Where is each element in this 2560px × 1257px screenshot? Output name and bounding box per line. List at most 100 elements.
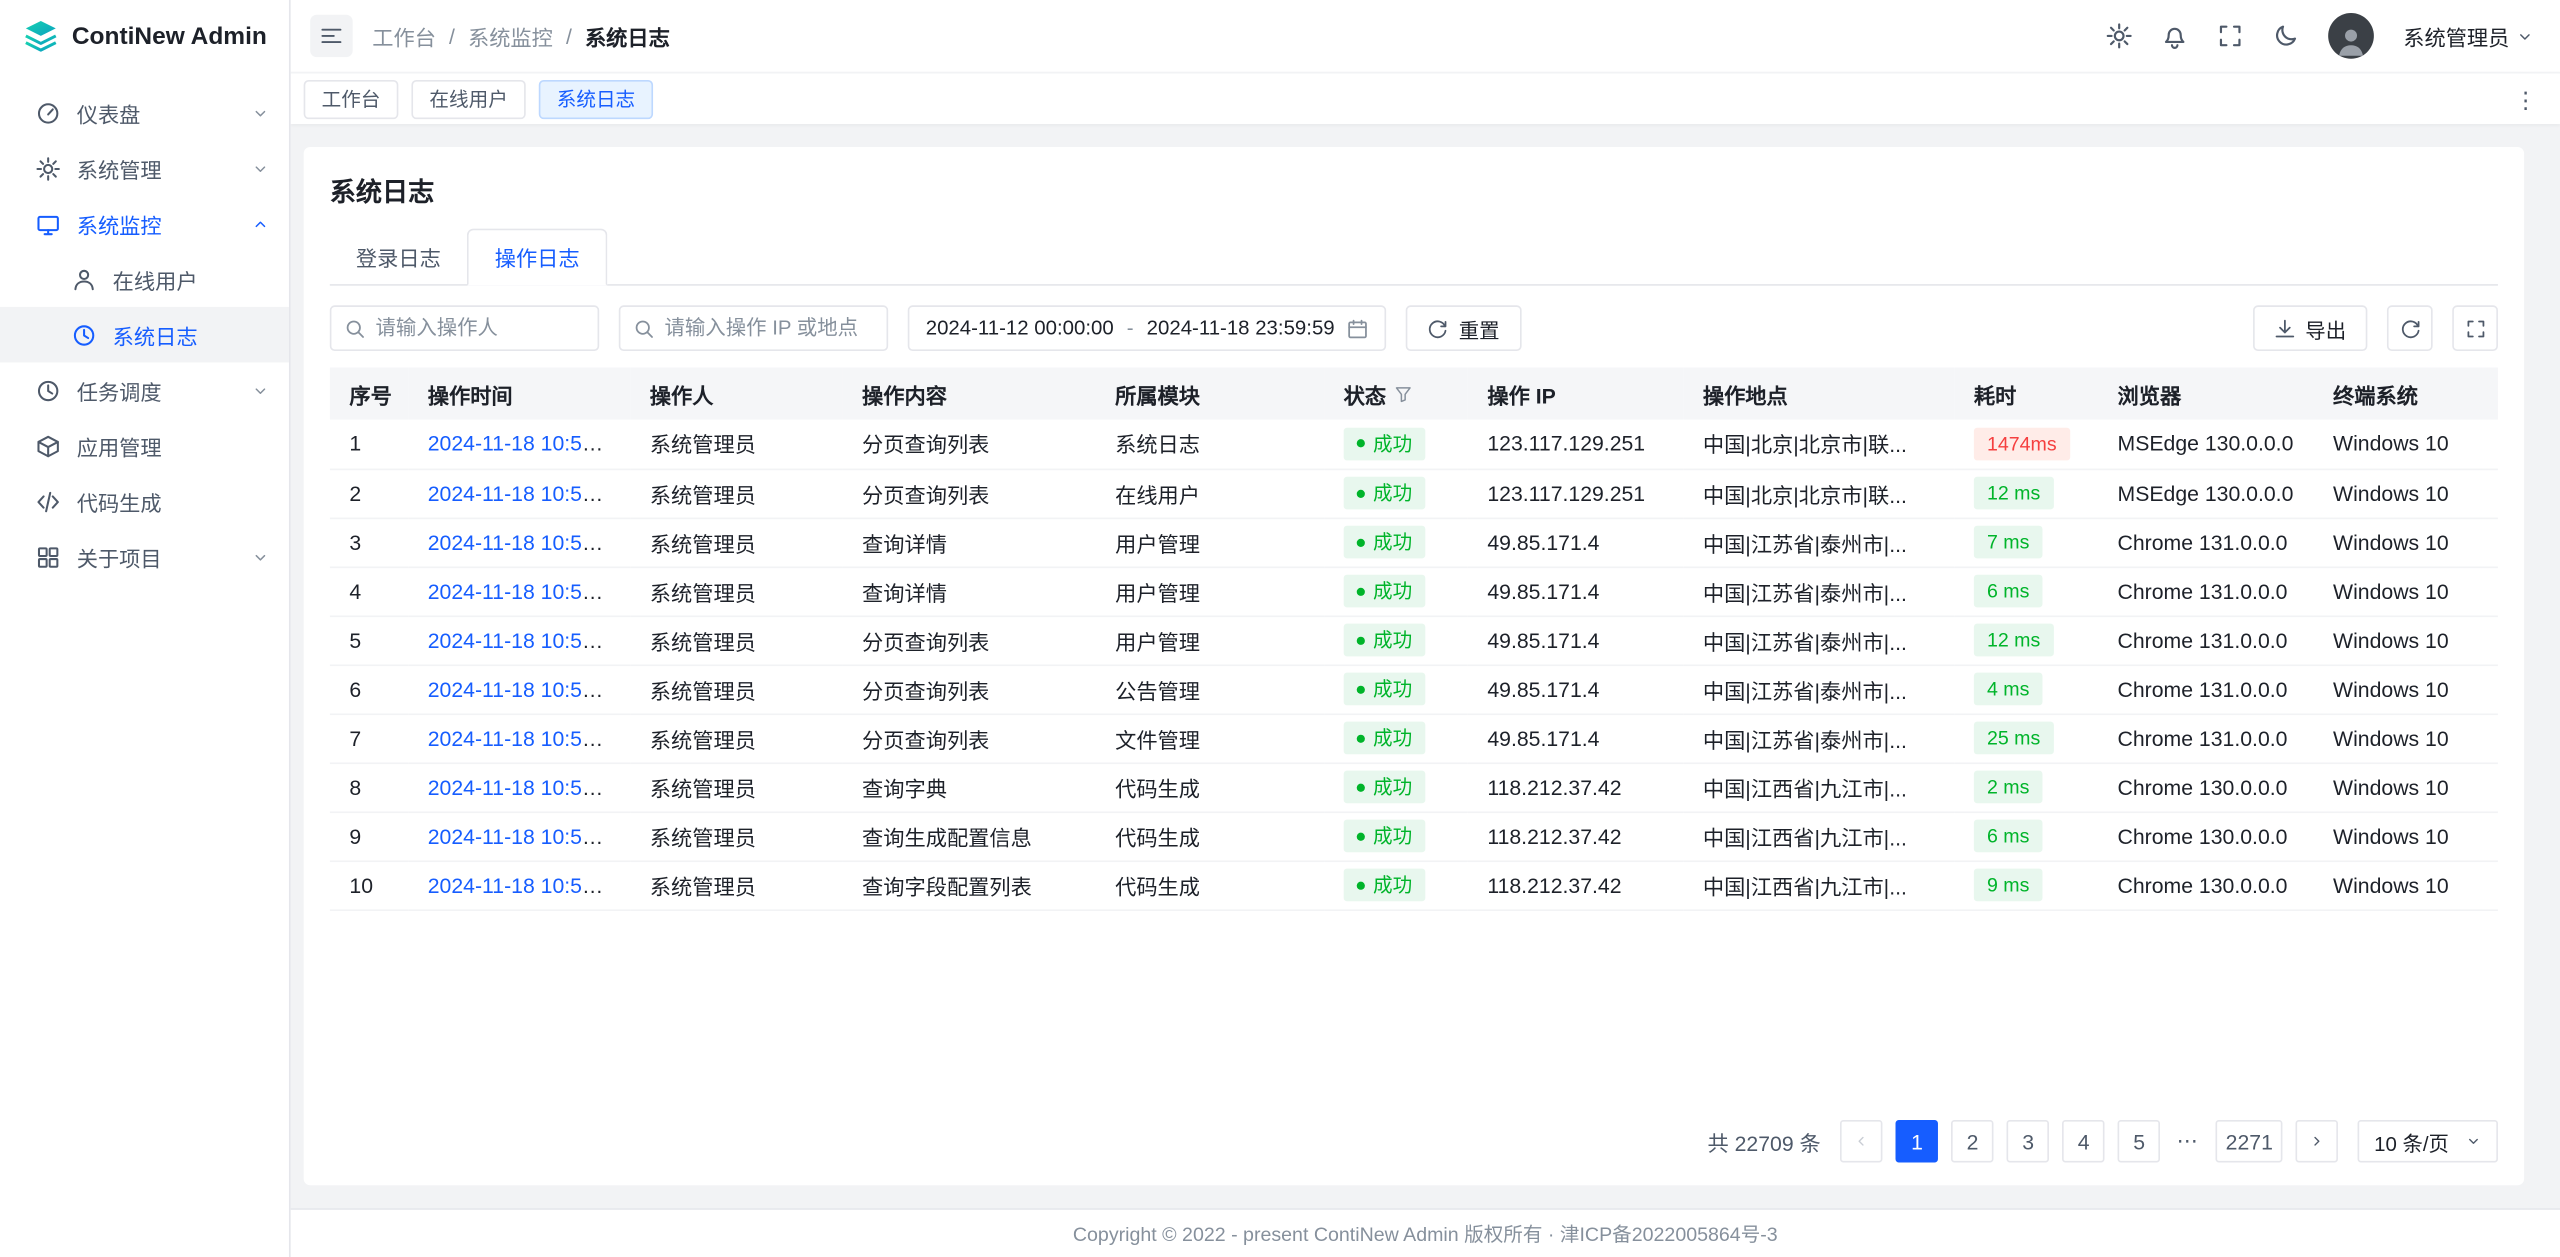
status-column-label: 状态 bbox=[1344, 378, 1386, 409]
breadcrumb-item-system-monitor[interactable]: 系统监控 bbox=[468, 20, 553, 51]
date-start-value: 2024-11-12 00:00:00 bbox=[926, 317, 1114, 340]
user-menu[interactable]: 系统管理员 bbox=[2403, 20, 2534, 51]
table-refresh-button[interactable] bbox=[2387, 305, 2433, 351]
pagination-ellipsis[interactable]: ⋯ bbox=[2173, 1128, 2202, 1154]
operation-time-link[interactable]: 2024-11-18 10:51:50 bbox=[428, 775, 624, 799]
cell-index: 6 bbox=[330, 664, 408, 713]
tab-workbench[interactable]: 工作台 bbox=[304, 79, 399, 118]
sidebar-item-dashboard[interactable]: 仪表盘 bbox=[0, 85, 289, 141]
page-button-3[interactable]: 3 bbox=[2007, 1120, 2049, 1162]
cell-time: 2024-11-18 10:51:49 bbox=[408, 860, 630, 909]
cell-location: 中国|江苏省|泰州市|... bbox=[1683, 518, 1954, 567]
cell-time: 2024-11-18 10:51:49 bbox=[408, 811, 630, 860]
tab-label: 工作台 bbox=[322, 85, 381, 113]
sidebar-item-system-monitor[interactable]: 系统监控 bbox=[0, 196, 289, 252]
sidebar-item-system-log[interactable]: 系统日志 bbox=[0, 307, 289, 363]
cell-status: 成功 bbox=[1324, 811, 1468, 860]
page-button-2271[interactable]: 2271 bbox=[2216, 1120, 2283, 1162]
sidebar-item-label: 代码生成 bbox=[77, 486, 270, 517]
cell-os: Windows 10 bbox=[2313, 420, 2497, 469]
page-button-1[interactable]: 1 bbox=[1896, 1120, 1938, 1162]
settings-icon[interactable] bbox=[2106, 23, 2132, 49]
notification-bell-icon[interactable] bbox=[2162, 23, 2188, 49]
cell-module: 用户管理 bbox=[1096, 616, 1325, 665]
content-column: 工作台 / 系统监控 / 系统日志 bbox=[291, 0, 2560, 1257]
search-icon bbox=[344, 318, 365, 339]
operation-time-link[interactable]: 2024-11-18 10:51:55 bbox=[428, 628, 624, 652]
sidebar-collapse-button[interactable] bbox=[310, 15, 352, 57]
cell-index: 8 bbox=[330, 762, 408, 811]
tab-system-log[interactable]: 系统日志 bbox=[539, 79, 653, 118]
cell-module: 文件管理 bbox=[1096, 713, 1325, 762]
tab-online-users[interactable]: 在线用户 bbox=[411, 79, 525, 118]
column-header-browser: 浏览器 bbox=[2098, 367, 2314, 419]
operation-time-link[interactable]: 2024-11-18 10:52:47 bbox=[428, 481, 624, 505]
logo-icon bbox=[23, 18, 59, 54]
cell-duration: 12 ms bbox=[1954, 469, 2098, 518]
sidebar-item-label: 系统日志 bbox=[113, 319, 270, 350]
operation-time-link[interactable]: 2024-11-18 10:51:49 bbox=[428, 873, 624, 897]
avatar[interactable] bbox=[2328, 13, 2374, 59]
page-button-4[interactable]: 4 bbox=[2062, 1120, 2104, 1162]
chevron-down-icon bbox=[251, 381, 269, 399]
cell-status: 成功 bbox=[1324, 664, 1468, 713]
sidebar-item-online-users[interactable]: 在线用户 bbox=[0, 251, 289, 307]
status-dot-icon bbox=[1357, 440, 1365, 448]
chevron-left-icon bbox=[1853, 1133, 1869, 1149]
export-button[interactable]: 导出 bbox=[2253, 305, 2367, 351]
breadcrumb-item-workbench[interactable]: 工作台 bbox=[372, 20, 436, 51]
cell-browser: MSEdge 130.0.0.0 bbox=[2098, 469, 2314, 518]
log-table-body: 12024-11-18 10:52:55系统管理员分页查询列表系统日志成功123… bbox=[330, 420, 2498, 910]
operation-time-link[interactable]: 2024-11-18 10:51:52 bbox=[428, 726, 624, 750]
tab-login-log[interactable]: 登录日志 bbox=[330, 230, 467, 284]
next-page-button[interactable] bbox=[2296, 1120, 2338, 1162]
date-end-value: 2024-11-18 23:59:59 bbox=[1147, 317, 1335, 340]
cell-time: 2024-11-18 10:52:12 bbox=[408, 518, 630, 567]
cell-ip: 118.212.37.42 bbox=[1468, 860, 1684, 909]
reset-button[interactable]: 重置 bbox=[1407, 305, 1521, 351]
cell-content: 分页查询列表 bbox=[842, 664, 1095, 713]
tab-operation-log[interactable]: 操作日志 bbox=[467, 229, 607, 286]
status-filter-funnel-icon[interactable] bbox=[1394, 384, 1412, 402]
cell-module: 系统日志 bbox=[1096, 420, 1325, 469]
operation-time-link[interactable]: 2024-11-18 10:52:05 bbox=[428, 579, 624, 603]
operation-time-link[interactable]: 2024-11-18 10:51:53 bbox=[428, 677, 624, 701]
sidebar-item-about-project[interactable]: 关于项目 bbox=[0, 529, 289, 585]
page-size-select[interactable]: 10 条/页 bbox=[2358, 1120, 2498, 1162]
sidebar-item-task-schedule[interactable]: 任务调度 bbox=[0, 362, 289, 418]
ip-search-input[interactable] bbox=[664, 317, 873, 340]
cell-ip: 123.117.129.251 bbox=[1468, 469, 1684, 518]
prev-page-button[interactable] bbox=[1840, 1120, 1882, 1162]
status-badge: 成功 bbox=[1344, 673, 1426, 706]
sidebar-item-app-management[interactable]: 应用管理 bbox=[0, 418, 289, 474]
operation-time-link[interactable]: 2024-11-18 10:52:12 bbox=[428, 530, 624, 554]
tabbar-more-icon[interactable]: ⋮ bbox=[2508, 87, 2544, 110]
filter-toolbar: 2024-11-12 00:00:00 - 2024-11-18 23:59:5… bbox=[330, 305, 2498, 351]
fullscreen-icon[interactable] bbox=[2217, 23, 2243, 49]
operation-time-link[interactable]: 2024-11-18 10:52:55 bbox=[428, 431, 624, 455]
ip-search-field bbox=[619, 305, 888, 351]
cell-index: 2 bbox=[330, 469, 408, 518]
cell-operator: 系统管理员 bbox=[630, 518, 842, 567]
cell-status: 成功 bbox=[1324, 518, 1468, 567]
refresh-icon bbox=[2399, 318, 2420, 339]
date-range-separator: - bbox=[1127, 317, 1134, 340]
sidebar-item-code-generation[interactable]: 代码生成 bbox=[0, 473, 289, 529]
operation-time-link[interactable]: 2024-11-18 10:51:49 bbox=[428, 824, 624, 848]
logo[interactable]: ContiNew Admin bbox=[0, 0, 289, 72]
operator-search-input[interactable] bbox=[376, 317, 585, 340]
date-range-picker[interactable]: 2024-11-12 00:00:00 - 2024-11-18 23:59:5… bbox=[908, 305, 1387, 351]
sidebar-item-system-management[interactable]: 系统管理 bbox=[0, 140, 289, 196]
cell-location: 中国|江苏省|泰州市|... bbox=[1683, 713, 1954, 762]
cell-operator: 系统管理员 bbox=[630, 567, 842, 616]
page-button-2[interactable]: 2 bbox=[1951, 1120, 1993, 1162]
status-dot-icon bbox=[1357, 783, 1365, 791]
table-fullscreen-button[interactable] bbox=[2452, 305, 2498, 351]
cell-duration: 9 ms bbox=[1954, 860, 2098, 909]
chevron-up-icon bbox=[251, 215, 269, 233]
cell-operator: 系统管理员 bbox=[630, 860, 842, 909]
table-row: 62024-11-18 10:51:53系统管理员分页查询列表公告管理成功49.… bbox=[330, 664, 2498, 713]
page-button-5[interactable]: 5 bbox=[2118, 1120, 2160, 1162]
dark-mode-moon-icon[interactable] bbox=[2273, 23, 2299, 49]
status-badge: 成功 bbox=[1344, 771, 1426, 804]
